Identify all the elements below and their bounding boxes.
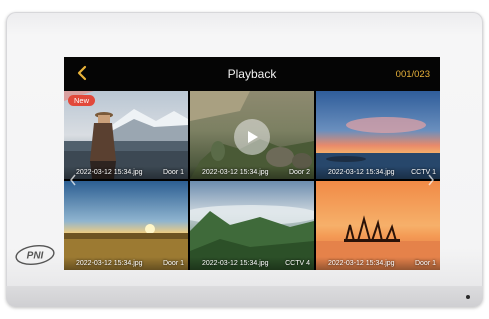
camera-label: Door 1 bbox=[162, 260, 184, 267]
thumbnail-caption: 2022-03-12 15:34.jpg CCTV 4 bbox=[190, 257, 314, 270]
camera-label: Door 1 bbox=[414, 260, 436, 267]
monitor-bottom-bezel bbox=[6, 286, 483, 307]
gallery-item[interactable]: 2022-03-12 15:34.jpg CCTV 1 bbox=[316, 91, 440, 179]
camera-label: CCTV 4 bbox=[285, 260, 310, 267]
chevron-left-icon bbox=[70, 174, 76, 186]
svg-text:PNI: PNI bbox=[27, 251, 44, 262]
new-badge: New bbox=[68, 95, 96, 106]
gallery-item[interactable]: New 2022-03-12 15:34.jpg Door 1 bbox=[64, 91, 188, 179]
page-title: Playback bbox=[227, 67, 277, 81]
image-counter: 001/023 bbox=[395, 69, 430, 80]
thumbnail-caption: 2022-03-12 15:34.jpg Door 1 bbox=[64, 257, 188, 270]
chevron-right-icon bbox=[428, 174, 434, 186]
file-name: 2022-03-12 15:34.jpg bbox=[76, 169, 143, 176]
file-name: 2022-03-12 15:34.jpg bbox=[328, 169, 395, 176]
status-led bbox=[466, 295, 470, 299]
file-name: 2022-03-12 15:34.jpg bbox=[202, 169, 269, 176]
gallery-item[interactable]: 2022-03-12 15:34.jpg Door 2 bbox=[190, 91, 314, 179]
pni-logo: PNI bbox=[14, 244, 56, 266]
previous-page-button[interactable] bbox=[68, 173, 78, 187]
gallery-item[interactable]: 2022-03-12 15:34.jpg Door 1 bbox=[316, 181, 440, 270]
thumbnail-caption: 2022-03-12 15:34.jpg CCTV 1 bbox=[316, 166, 440, 179]
file-name: 2022-03-12 15:34.jpg bbox=[76, 260, 143, 267]
thumbnail-caption: 2022-03-12 15:34.jpg Door 2 bbox=[190, 166, 314, 179]
camera-label: Door 1 bbox=[162, 169, 184, 176]
file-name: 2022-03-12 15:34.jpg bbox=[202, 260, 269, 267]
display-screen: Playback 001/023 New 2022-03-12 15:34.jp… bbox=[64, 57, 440, 270]
camera-label: Door 2 bbox=[288, 169, 310, 176]
thumbnail-caption: 2022-03-12 15:34.jpg Door 1 bbox=[316, 257, 440, 270]
thumbnail-caption: 2022-03-12 15:34.jpg Door 1 bbox=[64, 166, 188, 179]
play-icon bbox=[248, 131, 258, 143]
gallery-item[interactable]: 2022-03-12 15:34.jpg Door 1 bbox=[64, 181, 188, 270]
playback-header: Playback 001/023 bbox=[64, 57, 440, 91]
next-page-button[interactable] bbox=[426, 173, 436, 187]
file-name: 2022-03-12 15:34.jpg bbox=[328, 260, 395, 267]
play-video-button[interactable] bbox=[234, 119, 270, 155]
gallery-item[interactable]: 2022-03-12 15:34.jpg CCTV 4 bbox=[190, 181, 314, 270]
